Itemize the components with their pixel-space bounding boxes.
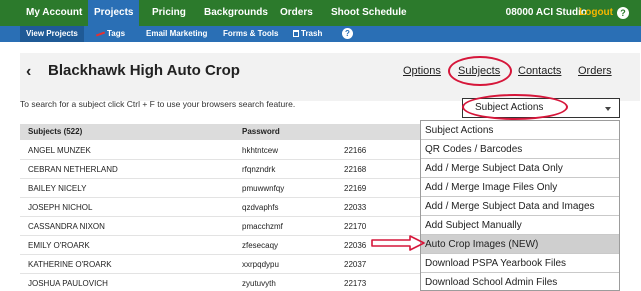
option-add-merge-subject-data[interactable]: Add / Merge Subject Data Only [421,159,619,178]
tab-orders[interactable]: Orders [578,65,612,77]
subject-password: qzdvaphfs [242,203,279,212]
nav-pricing[interactable]: Pricing [146,0,192,26]
logout-link[interactable]: Logout [579,0,613,26]
subject-password: xxrpqdypu [242,260,279,269]
subject-password: hkhtntcew [242,146,279,155]
subject-password: rfqnzndrk [242,165,276,174]
option-add-merge-data-and-images[interactable]: Add / Merge Subject Data and Images [421,197,619,216]
table-row[interactable]: ANGEL MUNZEK hkhtntcew 22166 [20,141,440,160]
subject-name: KATHERINE O'ROARK [28,260,112,269]
subject-actions-highlight-circle [462,94,568,120]
table-row[interactable]: CEBRAN NETHERLAND rfqnzndrk 22168 [20,160,440,179]
subject-name: JOSHUA PAULOVICH [28,279,108,288]
subject-password: zyutuvyth [242,279,276,288]
table-row[interactable]: JOSEPH NICHOL qzdvaphfs 22033 [20,198,440,217]
nav-projects[interactable]: Projects [88,0,140,26]
option-add-merge-image-files[interactable]: Add / Merge Image Files Only [421,178,619,197]
page-title: Blackhawk High Auto Crop [48,62,240,79]
subject-id: 22036 [344,241,367,250]
subnav-tags-label: Tags [107,29,126,38]
subnav-email-marketing[interactable]: Email Marketing [140,26,213,42]
subject-id: 22166 [344,146,367,155]
subject-id: 22037 [344,260,367,269]
table-row[interactable]: BAILEY NICELY pmuwwnfqy 22169 [20,179,440,198]
subject-id: 22170 [344,222,367,231]
annotation-arrow-icon [371,235,425,251]
nav-shoot-schedule[interactable]: Shoot Schedule [325,0,413,26]
subject-name: ANGEL MUNZEK [28,146,91,155]
trash-icon [293,30,299,38]
subnav-view-projects[interactable]: View Projects [20,26,84,42]
subject-name: BAILEY NICELY [28,184,87,193]
subjects-tab-highlight-circle [448,56,512,86]
option-add-subject-manually[interactable]: Add Subject Manually [421,216,619,235]
option-subject-actions[interactable]: Subject Actions [421,121,619,140]
subject-name: CASSANDRA NIXON [28,222,105,231]
tag-icon [95,31,106,37]
tab-options[interactable]: Options [403,65,441,77]
nav-backgrounds[interactable]: Backgrounds [198,0,274,26]
subject-password: pmacchzmf [242,222,283,231]
subnav-tags[interactable]: Tags [90,26,131,42]
option-download-school-admin[interactable]: Download School Admin Files [421,273,619,290]
col-subjects: Subjects (522) [28,127,83,136]
col-password: Password [242,127,280,136]
subject-name: EMILY O'ROARK [28,241,90,250]
subnav-forms-tools[interactable]: Forms & Tools [217,26,284,42]
table-row[interactable]: JOSHUA PAULOVICH zyutuvyth 22173 [20,274,440,291]
sub-nav: View Projects Tags Email Marketing Forms… [0,26,641,42]
help-icon[interactable]: ? [342,28,353,39]
subject-name: JOSEPH NICHOL [28,203,93,212]
table-header: Subjects (522) Password [20,124,440,140]
subject-id: 22168 [344,165,367,174]
subject-id: 22033 [344,203,367,212]
option-download-pspa-yearbook[interactable]: Download PSPA Yearbook Files [421,254,619,273]
subject-password: pmuwwnfqy [242,184,285,193]
top-nav: My Account Projects Pricing Backgrounds … [0,0,641,26]
subject-id: 22169 [344,184,367,193]
table-row[interactable]: KATHERINE O'ROARK xxrpqdypu 22037 [20,255,440,274]
tab-contacts[interactable]: Contacts [518,65,561,77]
help-icon[interactable]: ? [617,7,629,19]
studio-name: 08000 ACI Studio [505,7,587,18]
subnav-trash[interactable]: Trash [287,26,328,42]
subject-password: zfesecaqy [242,241,279,250]
subject-id: 22173 [344,279,367,288]
dropdown-arrow-icon [605,107,611,111]
subnav-trash-label: Trash [301,29,323,38]
nav-orders[interactable]: Orders [274,0,319,26]
back-chevron-icon[interactable]: ‹ [26,64,31,80]
subject-name: CEBRAN NETHERLAND [28,165,118,174]
nav-my-account[interactable]: My Account [20,0,88,26]
subject-actions-dropdown: Subject Actions QR Codes / Barcodes Add … [420,120,620,291]
search-hint: To search for a subject click Ctrl + F t… [20,99,296,109]
option-auto-crop-images[interactable]: Auto Crop Images (NEW) [421,235,619,254]
option-qr-codes-barcodes[interactable]: QR Codes / Barcodes [421,140,619,159]
table-row[interactable]: CASSANDRA NIXON pmacchzmf 22170 [20,217,440,236]
